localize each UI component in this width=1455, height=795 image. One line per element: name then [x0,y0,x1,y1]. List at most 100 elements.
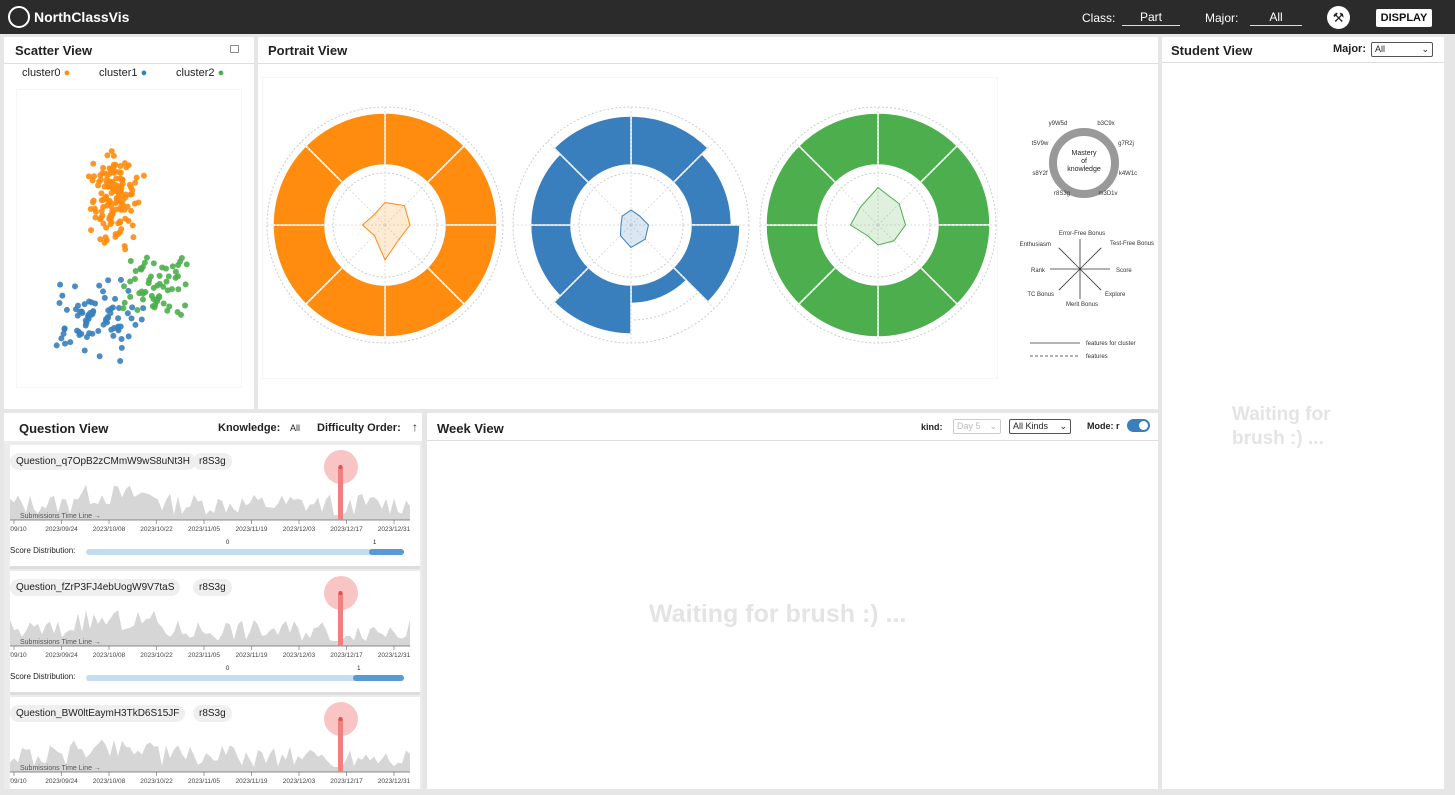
scatter-point-cluster2[interactable] [131,275,138,282]
scatter-point-cluster1[interactable] [125,287,132,294]
scatter-point-cluster0[interactable] [110,152,117,159]
scatter-point-cluster2[interactable] [175,286,182,293]
scatter-point-cluster1[interactable] [124,310,131,317]
scatter-point-cluster2[interactable] [165,273,172,280]
scatter-point-cluster0[interactable] [92,214,99,221]
peak-bar[interactable] [338,593,343,646]
scatter-point-cluster2[interactable] [136,290,143,297]
scatter-point-cluster1[interactable] [81,347,88,354]
scatter-point-cluster0[interactable] [87,206,94,213]
submission-timeline[interactable]: Submissions Time Line → 23/09/10 2023/09/2… [10,571,418,661]
scatter-point-cluster1[interactable] [112,295,119,302]
scatter-point-cluster0[interactable] [111,168,118,175]
scatter-point-cluster0[interactable] [96,178,103,185]
scatter-point-cluster2[interactable] [154,282,161,289]
scatter-point-cluster2[interactable] [147,273,154,280]
scatter-point-cluster0[interactable] [104,152,111,159]
scatter-point-cluster0[interactable] [132,179,139,186]
scatter-point-cluster0[interactable] [112,233,119,240]
scatter-point-cluster0[interactable] [115,220,122,227]
scatter-point-cluster0[interactable] [99,169,106,176]
scatter-point-cluster1[interactable] [118,336,125,343]
scatter-point-cluster0[interactable] [89,199,96,206]
scatter-point-cluster0[interactable] [128,207,135,214]
cluster-legend-0[interactable]: cluster0 ● [22,67,70,79]
scatter-point-cluster0[interactable] [113,206,120,213]
class-select[interactable]: Part [1122,10,1180,26]
scatter-point-cluster0[interactable] [103,237,110,244]
scatter-plot[interactable] [16,89,242,388]
scatter-point-cluster2[interactable] [145,280,152,287]
portrait-ring-2[interactable] [759,106,997,344]
wrench-icon[interactable]: ⚒ [1327,6,1350,29]
scatter-point-cluster1[interactable] [125,333,132,340]
score-bar[interactable] [86,675,404,681]
scatter-point-cluster1[interactable] [117,276,124,283]
scatter-point-cluster2[interactable] [141,259,148,266]
peak-bar[interactable] [338,467,343,520]
scatter-point-cluster1[interactable] [71,283,78,290]
display-button[interactable]: DISPLAY [1376,9,1432,27]
scatter-point-cluster1[interactable] [73,306,80,313]
scatter-point-cluster1[interactable] [117,358,124,365]
scatter-point-cluster0[interactable] [108,219,115,226]
scatter-point-cluster1[interactable] [59,292,66,299]
submission-timeline[interactable]: Submissions Time Line → 23/09/10 2023/09/2… [10,445,418,535]
scatter-point-cluster1[interactable] [103,319,110,326]
scatter-point-cluster1[interactable] [90,309,97,316]
scatter-point-cluster1[interactable] [110,332,117,339]
scatter-point-cluster2[interactable] [172,268,179,275]
scatter-point-cluster0[interactable] [133,174,140,181]
scatter-point-cluster2[interactable] [172,274,179,281]
peak-bar[interactable] [338,719,343,772]
scatter-point-cluster2[interactable] [127,257,134,264]
scatter-point-cluster1[interactable] [67,339,74,346]
scatter-point-cluster1[interactable] [105,277,112,284]
scatter-point-cluster2[interactable] [139,296,146,303]
scatter-point-cluster2[interactable] [163,278,170,285]
scatter-point-cluster2[interactable] [182,302,189,309]
scatter-point-cluster1[interactable] [108,326,115,333]
cluster-legend-1[interactable]: cluster1 ● [99,67,147,79]
scatter-point-cluster0[interactable] [88,227,95,234]
knowledge-select[interactable]: All [290,423,300,433]
scatter-point-cluster0[interactable] [90,160,97,167]
score-bar[interactable] [86,549,404,555]
scatter-point-cluster2[interactable] [163,265,170,272]
scatter-point-cluster0[interactable] [100,203,107,210]
scatter-point-cluster1[interactable] [57,281,64,288]
scatter-point-cluster0[interactable] [118,226,125,233]
cluster-legend-2[interactable]: cluster2 ● [176,67,224,79]
scatter-point-cluster2[interactable] [120,305,127,312]
scatter-point-cluster1[interactable] [56,299,63,306]
scatter-point-cluster0[interactable] [99,212,106,219]
scatter-point-cluster2[interactable] [178,255,185,262]
scatter-point-cluster1[interactable] [53,342,60,349]
scatter-point-cluster2[interactable] [121,299,128,306]
day-select[interactable]: Day 5 ⌄ [953,419,1001,434]
up-arrow-icon[interactable]: ↑ [412,420,418,434]
scatter-point-cluster2[interactable] [164,287,171,294]
scatter-point-cluster1[interactable] [115,315,122,322]
scatter-point-cluster0[interactable] [135,199,142,206]
scatter-point-cluster0[interactable] [106,198,113,205]
scatter-point-cluster0[interactable] [122,215,129,222]
scatter-point-cluster0[interactable] [105,171,112,178]
kind-select[interactable]: All Kinds ⌄ [1009,419,1071,434]
scatter-point-cluster1[interactable] [95,328,102,335]
scatter-point-cluster1[interactable] [62,340,69,347]
scatter-point-cluster1[interactable] [101,294,108,301]
scatter-point-cluster1[interactable] [107,310,114,317]
scatter-point-cluster2[interactable] [127,293,134,300]
scatter-point-cluster1[interactable] [78,308,85,315]
scatter-point-cluster1[interactable] [74,327,81,334]
scatter-point-cluster2[interactable] [134,306,141,313]
scatter-point-cluster1[interactable] [96,353,103,360]
scatter-point-cluster1[interactable] [109,304,116,311]
scatter-point-cluster2[interactable] [137,265,144,272]
submission-timeline[interactable]: Submissions Time Line → 23/09/10 2023/09/2… [10,697,418,787]
question-card[interactable]: Question_fZrP3FJ4ebUogW9V7taS r8S3g Subm… [10,571,420,695]
scatter-point-cluster0[interactable] [140,172,147,179]
scatter-point-cluster0[interactable] [103,224,110,231]
scatter-point-cluster2[interactable] [166,303,173,310]
